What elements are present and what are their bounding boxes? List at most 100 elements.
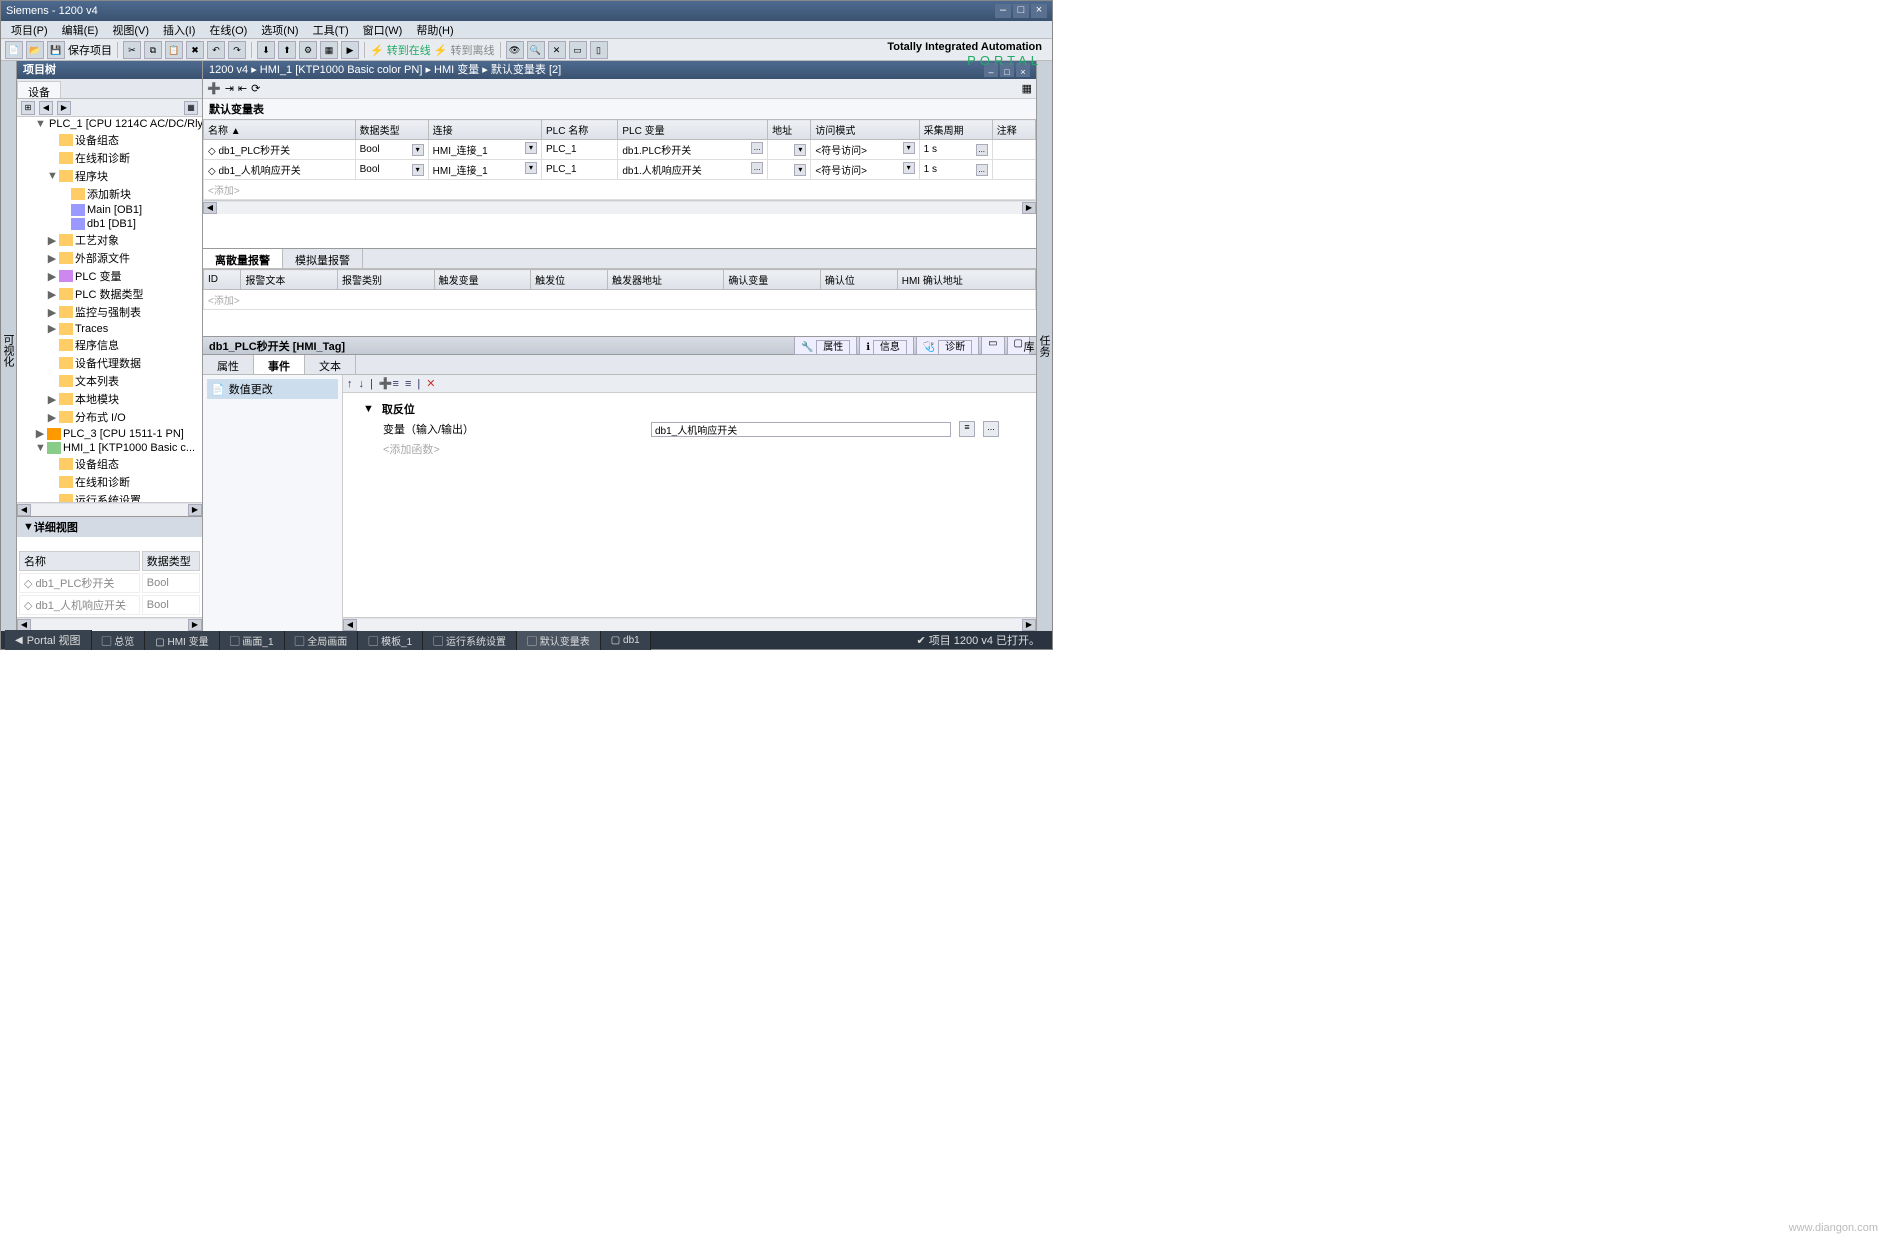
download-icon[interactable]: ⬇ <box>257 41 275 59</box>
minimize-button[interactable]: – <box>995 4 1011 18</box>
layout-icon[interactable]: ▭ <box>569 41 587 59</box>
properties-button[interactable]: 🔧 属性 <box>794 337 857 355</box>
devices-tab[interactable]: 设备 <box>17 81 61 98</box>
menu-item[interactable]: 选项(N) <box>255 22 304 38</box>
go-online-button[interactable]: ⚡ 转到在线 <box>370 42 431 58</box>
detail-scrollbar[interactable]: ◀▶ <box>17 617 202 631</box>
alarm-column-header[interactable]: 触发位 <box>531 270 608 290</box>
portal-view-button[interactable]: ◀ Portal 视图 <box>5 630 92 650</box>
tag-add-row[interactable]: <添加> <box>204 180 1036 200</box>
tree-node[interactable]: ▼HMI_1 [KTP1000 Basic c... <box>17 441 202 455</box>
del-func-icon[interactable]: ✕ <box>426 377 435 390</box>
statusbar-tab[interactable]: ▢ db1 <box>601 631 651 650</box>
statusbar-tab[interactable]: ▢ 全局画面 <box>285 631 359 650</box>
menu-item[interactable]: 编辑(E) <box>56 22 105 38</box>
tree-node[interactable]: 设备代理数据 <box>17 354 202 372</box>
tasks-tab[interactable]: 任务 <box>1036 65 1052 627</box>
tree-node[interactable]: ▼程序块 <box>17 167 202 185</box>
tag-dialog-button[interactable]: ... <box>983 421 999 437</box>
prop-tab-text[interactable]: 文本 <box>305 355 356 374</box>
add-func-icon[interactable]: ➕≡ <box>379 377 399 390</box>
compile-icon[interactable]: ⚙ <box>299 41 317 59</box>
tag-row[interactable]: ◇ db1_PLC秒开关Bool▾HMI_连接_1▾PLC_1db1.PLC秒开… <box>204 140 1036 160</box>
paste-icon[interactable]: 📋 <box>165 41 183 59</box>
addrow-icon[interactable]: ➕ <box>207 82 221 95</box>
detail-row[interactable]: ◇ db1_人机响应开关Bool <box>19 595 200 615</box>
tree-node[interactable]: 设备组态 <box>17 131 202 149</box>
column-header[interactable]: 访问模式 <box>811 120 919 140</box>
prop-tab-properties[interactable]: 属性 <box>203 355 254 374</box>
statusbar-tab[interactable]: ▢ 总览 <box>92 631 146 650</box>
tree-node[interactable]: 添加新块 <box>17 185 202 203</box>
prop-tab-events[interactable]: 事件 <box>254 355 305 374</box>
tree-scrollbar[interactable]: ◀▶ <box>17 502 202 516</box>
menu-item[interactable]: 视图(V) <box>106 22 155 38</box>
menu-item[interactable]: 项目(P) <box>5 22 54 38</box>
statusbar-tab[interactable]: ▢ 画面_1 <box>220 631 285 650</box>
tree-fwd-icon[interactable]: ▶ <box>57 101 71 115</box>
alarm-column-header[interactable]: 触发器地址 <box>608 270 724 290</box>
diagnostics-button[interactable]: 🩺 诊断 <box>916 337 979 355</box>
search-icon[interactable]: 🔍 <box>527 41 545 59</box>
column-header[interactable]: 名称 ▲ <box>204 120 356 140</box>
detail-row[interactable]: ◇ db1_PLC秒开关Bool <box>19 573 200 593</box>
alarm-add-row[interactable]: <添加> <box>204 290 1036 310</box>
list-icon[interactable]: ≡ <box>405 378 411 390</box>
menu-item[interactable]: 工具(T) <box>307 22 355 38</box>
tree-expand-icon[interactable]: ⊞ <box>21 101 35 115</box>
tree-node[interactable]: ▶外部源文件 <box>17 249 202 267</box>
tree-node[interactable]: ▶PLC 变量 <box>17 267 202 285</box>
column-header[interactable]: 采集周期 <box>919 120 992 140</box>
monitor-icon[interactable]: 👁 <box>506 41 524 59</box>
move-down-icon[interactable]: ↓ <box>359 378 365 390</box>
event-value-change[interactable]: 📄 数值更改 <box>207 379 338 399</box>
tree-node[interactable]: ▼PLC_1 [CPU 1214C AC/DC/Rly] <box>17 117 202 131</box>
cross-icon[interactable]: ✕ <box>548 41 566 59</box>
menu-item[interactable]: 窗口(W) <box>357 22 409 38</box>
delete-icon[interactable]: ✖ <box>186 41 204 59</box>
move-up-icon[interactable]: ↑ <box>347 378 353 390</box>
device-icon[interactable]: ▦ <box>320 41 338 59</box>
statusbar-tab[interactable]: ▢ 运行系统设置 <box>423 631 517 650</box>
go-offline-button[interactable]: ⚡ 转到离线 <box>434 42 495 58</box>
discrete-alarms-tab[interactable]: 离散量报警 <box>203 249 283 268</box>
alarm-column-header[interactable]: 确认变量 <box>724 270 821 290</box>
layout2-icon[interactable]: ▯ <box>590 41 608 59</box>
column-header[interactable]: PLC 变量 <box>618 120 768 140</box>
alarm-column-header[interactable]: 报警类别 <box>338 270 435 290</box>
refresh-icon[interactable]: ⟳ <box>251 82 260 95</box>
library-tab[interactable]: 库 <box>1020 65 1036 627</box>
column-header[interactable]: 地址 <box>768 120 811 140</box>
tree-node[interactable]: 在线和诊断 <box>17 149 202 167</box>
add-function-row[interactable]: <添加函数> <box>363 441 440 457</box>
analog-alarms-tab[interactable]: 模拟量报警 <box>283 249 363 268</box>
func-toggle-icon[interactable]: ▼ <box>363 403 374 415</box>
tree-node[interactable]: Main [OB1] <box>17 203 202 217</box>
export-icon[interactable]: ⇤ <box>238 82 247 95</box>
info-button[interactable]: ℹ 信息 <box>859 337 914 355</box>
undo-icon[interactable]: ↶ <box>207 41 225 59</box>
alarm-column-header[interactable]: 确认位 <box>820 270 897 290</box>
alarm-column-header[interactable]: 触发变量 <box>434 270 531 290</box>
tree-node[interactable]: db1 [DB1] <box>17 217 202 231</box>
tree-node[interactable]: 在线和诊断 <box>17 473 202 491</box>
func-scrollbar[interactable]: ◀▶ <box>343 617 1036 631</box>
tree-node[interactable]: ▶工艺对象 <box>17 231 202 249</box>
statusbar-tab[interactable]: ▢ HMI 变量 <box>145 631 219 650</box>
tagtable-scrollbar[interactable]: ◀▶ <box>203 200 1036 214</box>
menu-item[interactable]: 在线(O) <box>203 22 253 38</box>
save-icon[interactable]: 💾 <box>47 41 65 59</box>
tree-node[interactable]: 程序信息 <box>17 336 202 354</box>
tree-node[interactable]: ▶PLC_3 [CPU 1511-1 PN] <box>17 426 202 441</box>
maximize-button[interactable]: □ <box>1013 4 1029 18</box>
column-header[interactable]: 连接 <box>428 120 541 140</box>
menu-item[interactable]: 插入(I) <box>157 22 201 38</box>
left-sidebar-tab[interactable]: 可视化 <box>1 61 17 631</box>
new-project-icon[interactable]: 📄 <box>5 41 23 59</box>
alarm-column-header[interactable]: ID <box>204 270 241 290</box>
tree-node[interactable]: 文本列表 <box>17 372 202 390</box>
tree-node[interactable]: ▶监控与强制表 <box>17 303 202 321</box>
menu-item[interactable]: 帮助(H) <box>410 22 459 38</box>
tree-node[interactable]: ▶本地模块 <box>17 390 202 408</box>
tree-back-icon[interactable]: ◀ <box>39 101 53 115</box>
